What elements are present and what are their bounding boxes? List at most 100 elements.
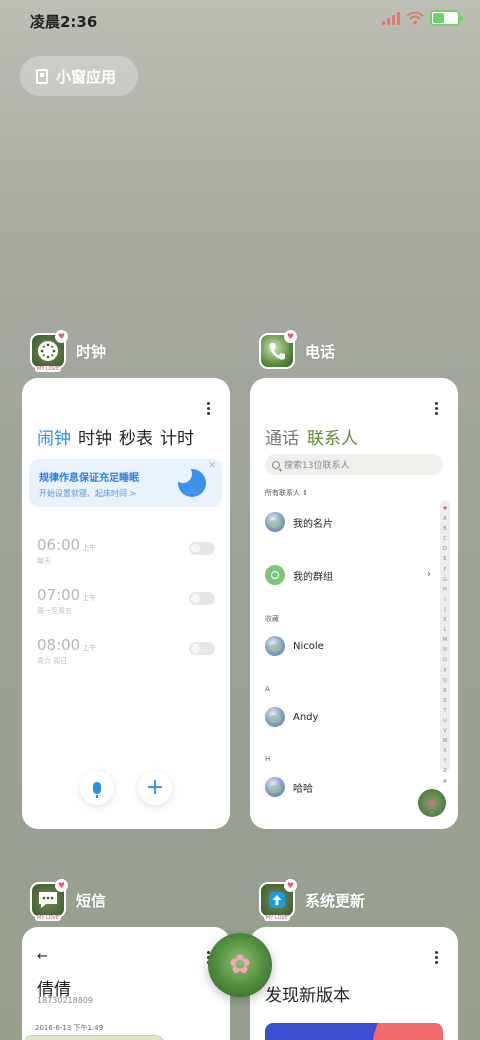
alpha-index-letter[interactable]: L	[444, 625, 447, 635]
close-icon[interactable]: ✕	[208, 461, 216, 471]
tab-timer[interactable]: 计时	[160, 424, 194, 449]
list-item[interactable]: Andy	[265, 707, 318, 727]
alpha-index-letter[interactable]: N	[443, 645, 447, 655]
add-alarm-button[interactable]: +	[138, 771, 172, 805]
alarm-repeat: 周六 周日	[37, 657, 68, 665]
alpha-index-letter[interactable]: B	[443, 524, 446, 534]
alarm-time: 08:00	[37, 636, 81, 654]
small-window-icon	[36, 68, 48, 84]
update-banner-graphic	[265, 1023, 443, 1040]
avatar	[265, 707, 285, 727]
clock-app-icon: ♥ MY LOVE	[30, 330, 68, 372]
update-app-header[interactable]: ♥ MY LOVE 系统更新	[259, 879, 365, 921]
all-contacts-filter[interactable]: 所有联系人 ⇕	[265, 488, 308, 498]
alpha-index-letter[interactable]: A	[443, 514, 446, 524]
clock-tabs: 闹钟 时钟 秒表 计时	[37, 424, 194, 449]
alpha-index-letter[interactable]: ♥	[443, 504, 447, 514]
alarm-toggle[interactable]	[189, 642, 215, 655]
alarm-ampm: 上午	[82, 644, 97, 652]
update-app-card[interactable]: 发现新版本	[250, 927, 458, 1040]
avatar	[265, 777, 285, 797]
tab-clock[interactable]: 时钟	[78, 424, 112, 449]
contact-name: Andy	[293, 711, 319, 723]
signal-icon	[382, 11, 400, 25]
message-bubble[interactable]	[24, 1035, 164, 1040]
alpha-index-letter[interactable]: I	[444, 595, 445, 605]
clock-app-header[interactable]: ♥ MY LOVE 时钟	[30, 330, 106, 372]
alpha-index-letter[interactable]: O	[443, 655, 447, 665]
alpha-index-letter[interactable]: Z	[443, 766, 446, 776]
icon-badge-text: MY LOVE	[35, 366, 61, 372]
back-arrow-icon[interactable]: ←	[37, 949, 48, 964]
alpha-index-letter[interactable]: Y	[443, 756, 446, 766]
small-window-apps-button[interactable]: 小窗应用	[20, 56, 138, 96]
alpha-index-letter[interactable]: G	[443, 575, 447, 585]
status-bar: 凌晨2:36	[0, 0, 480, 42]
contact-search-input[interactable]: 搜索13位联系人	[265, 454, 443, 475]
chevron-right-icon: ›	[427, 569, 431, 580]
list-item[interactable]: 哈哈	[265, 777, 313, 797]
alarm-toggle[interactable]	[189, 592, 215, 605]
alarm-toggle[interactable]	[189, 542, 215, 555]
alpha-index-letter[interactable]: C	[443, 534, 447, 544]
alpha-index-letter[interactable]: R	[443, 686, 446, 696]
alarm-row[interactable]: 06:00 上午 每天	[37, 535, 215, 571]
tab-alarm[interactable]: 闹钟	[37, 424, 71, 449]
heart-icon: ♥	[284, 879, 297, 892]
sleep-banner[interactable]: 规律作息保证充足睡眠 开始设置就寝、起床时间 > ✕	[29, 459, 222, 507]
alpha-index-letter[interactable]: M	[443, 635, 447, 645]
phone-app-card[interactable]: 通话 联系人 搜索13位联系人 所有联系人 ⇕ 我的名片 我的群组 › 收藏 N…	[250, 378, 458, 829]
clock-app-card[interactable]: 闹钟 时钟 秒表 计时 规律作息保证充足睡眠 开始设置就寝、起床时间 > ✕ 0…	[22, 378, 230, 829]
sms-app-header[interactable]: ♥ MY LOVE 短信	[30, 879, 106, 921]
alpha-index-letter[interactable]: E	[443, 554, 446, 564]
alpha-index-letter[interactable]: U	[443, 716, 447, 726]
voice-alarm-button[interactable]	[80, 771, 114, 805]
heart-icon: ♥	[284, 330, 297, 343]
alpha-index-letter[interactable]: X	[443, 746, 446, 756]
alpha-index-letter[interactable]: Q	[443, 676, 447, 686]
contact-name: 我的群组	[293, 571, 333, 583]
phone-app-header[interactable]: ♥ 电话	[259, 330, 336, 369]
floating-flower-button[interactable]: ✿	[418, 789, 446, 817]
more-menu-icon[interactable]	[426, 400, 446, 416]
alpha-index-letter[interactable]: K	[443, 615, 446, 625]
section-label-favorites: 收藏	[265, 615, 279, 623]
icon-badge-text: MY LOVE	[35, 915, 61, 921]
phone-app-name: 电话	[305, 342, 336, 361]
alpha-index-letter[interactable]: D	[443, 544, 447, 554]
sms-app-card[interactable]: ← 倩倩 18730218809 2016-6-13 下午1:49	[22, 927, 230, 1040]
alpha-index-letter[interactable]: H	[443, 585, 447, 595]
phone-tabs: 通话 联系人	[265, 424, 358, 449]
alarm-repeat: 每天	[37, 557, 51, 565]
more-menu-icon[interactable]	[426, 949, 446, 965]
icon-badge-text: MY LOVE	[264, 915, 290, 921]
alarm-time: 06:00	[37, 536, 81, 554]
alpha-index-letter[interactable]: #	[443, 777, 447, 787]
alpha-index-letter[interactable]: W	[443, 736, 448, 746]
avatar	[265, 512, 285, 532]
more-menu-icon[interactable]	[198, 400, 218, 416]
flower-home-button[interactable]: ✿	[208, 933, 272, 997]
heart-icon: ♥	[55, 879, 68, 892]
contact-name: 我的名片	[293, 518, 333, 530]
my-card-item[interactable]: 我的名片	[265, 512, 333, 532]
tab-contacts[interactable]: 联系人	[307, 424, 358, 449]
list-item[interactable]: Nicole	[265, 636, 324, 656]
alarm-row[interactable]: 08:00 上午 周六 周日	[37, 635, 215, 671]
alarm-row[interactable]: 07:00 上午 周一至周五	[37, 585, 215, 621]
my-groups-item[interactable]: 我的群组	[265, 565, 333, 585]
alpha-index-letter[interactable]: F	[444, 565, 447, 575]
contact-name: 哈哈	[293, 783, 313, 795]
alpha-index-letter[interactable]: P	[443, 666, 446, 676]
moon-icon	[174, 465, 206, 497]
alpha-index-letter[interactable]: S	[443, 696, 446, 706]
section-label: H	[265, 755, 271, 763]
alarm-time: 07:00	[37, 586, 81, 604]
contact-name: Nicole	[293, 640, 324, 652]
alpha-index-letter[interactable]: T	[443, 706, 446, 716]
tab-stopwatch[interactable]: 秒表	[119, 424, 153, 449]
alpha-index-letter[interactable]: J	[444, 605, 445, 615]
alphabet-index-scrollbar[interactable]: ♥ A B C D E F G H I J K L M N O P Q R S T U V W X Y Z #	[440, 500, 450, 785]
tab-calls[interactable]: 通话	[265, 424, 299, 449]
alpha-index-letter[interactable]: V	[443, 726, 446, 736]
